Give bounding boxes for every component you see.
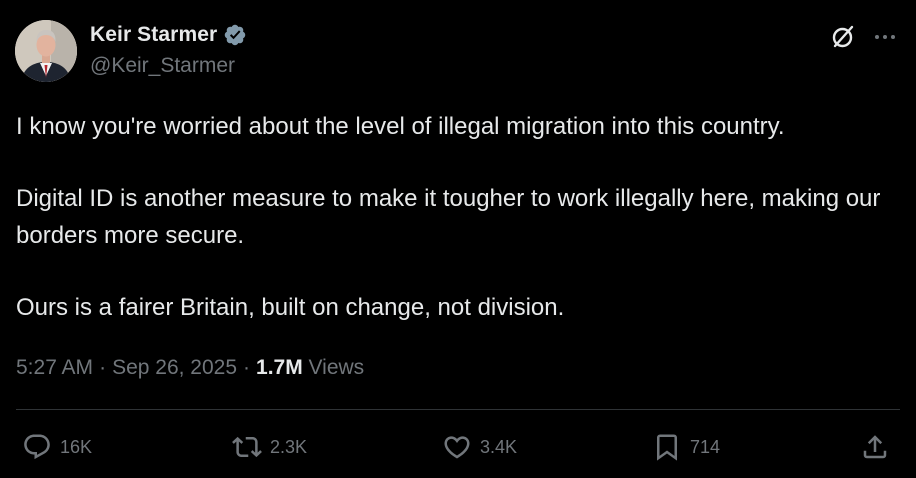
like-button[interactable]: 3.4K [442,432,517,462]
tweet-text: I know you're worried about the level of… [16,108,906,326]
divider [16,409,900,410]
bookmark-count: 714 [690,436,721,457]
share-button[interactable] [860,432,890,462]
repost-button[interactable]: 2.3K [232,432,307,462]
repost-icon [232,432,262,462]
bookmark-icon [652,432,682,462]
reply-button[interactable]: 16K [22,432,92,462]
more-icon[interactable] [872,24,898,50]
avatar[interactable] [15,20,77,82]
tweet-time[interactable]: 5:27 AM [16,356,93,379]
views-label: Views [308,356,365,379]
repost-count: 2.3K [270,436,308,457]
heart-icon [442,432,472,462]
verified-badge-icon[interactable] [223,23,247,47]
reply-icon [22,432,52,462]
grok-icon[interactable] [830,24,856,50]
tweet-paragraph: Digital ID is another measure to make it… [16,185,881,249]
meta-separator: · [243,356,251,379]
tweet-date[interactable]: Sep 26, 2025 [112,356,237,379]
tweet: Keir Starmer @Keir_Starmer I know you're… [0,0,916,478]
tweet-paragraph: I know you're worried about the level of… [16,113,785,140]
views-count: 1.7M [256,356,303,379]
author-handle[interactable]: @Keir_Starmer [90,54,235,78]
author-display-name[interactable]: Keir Starmer [90,23,217,47]
tweet-meta: 5:27 AM · Sep 26, 2025 · 1.7M Views [16,356,364,380]
meta-separator: · [99,356,107,379]
bookmark-button[interactable]: 714 [652,432,720,462]
like-count: 3.4K [480,436,518,457]
share-icon [860,432,890,462]
author-name-row: Keir Starmer [90,22,247,48]
tweet-paragraph: Ours is a fairer Britain, built on chang… [16,294,565,321]
reply-count: 16K [60,436,93,457]
